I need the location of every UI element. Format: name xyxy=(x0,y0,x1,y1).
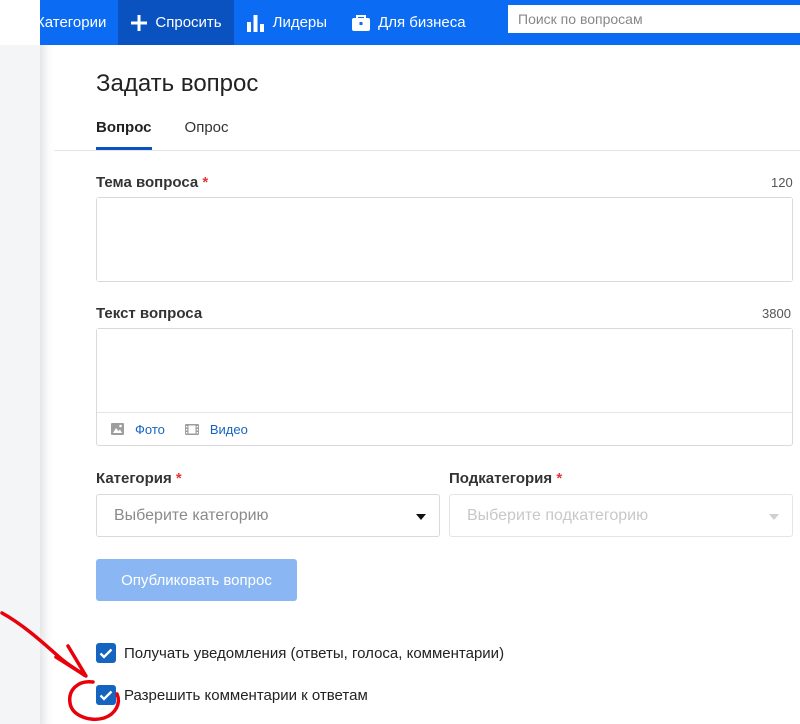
topic-input[interactable] xyxy=(97,198,792,281)
allow-comments-checkbox-label: Разрешить комментарии к ответам xyxy=(124,686,368,704)
page-title: Задать вопрос xyxy=(96,70,259,97)
notifications-checkbox[interactable] xyxy=(96,643,116,663)
film-icon xyxy=(184,423,199,435)
text-label-text: Текст вопроса xyxy=(96,305,203,322)
checkmark-icon xyxy=(99,690,113,701)
nav-leaders-label: Лидеры xyxy=(272,14,328,31)
allow-comments-checkbox[interactable] xyxy=(96,685,116,705)
notifications-checkbox-row[interactable]: Получать уведомления (ответы, голоса, ко… xyxy=(96,643,504,663)
briefcase-icon xyxy=(352,14,371,31)
nav-ask[interactable]: Спросить xyxy=(118,0,234,45)
image-icon xyxy=(111,423,124,435)
topic-field xyxy=(96,197,793,282)
nav-categories-label: Категории xyxy=(36,14,107,31)
subcategory-placeholder: Выберите подкатегорию xyxy=(467,506,649,524)
top-nav-bar: Категории Спросить Лидеры Для бизнеса xyxy=(36,0,800,45)
tab-question[interactable]: Вопрос xyxy=(96,119,152,150)
attachments-bar: Фото Видео xyxy=(97,412,792,445)
nav-ask-label: Спросить xyxy=(155,14,222,31)
left-sidebar-strip xyxy=(0,45,40,724)
category-placeholder: Выберите категорию xyxy=(114,506,269,524)
nav-leaders[interactable]: Лидеры xyxy=(234,0,339,45)
attach-video-label: Видео xyxy=(209,421,248,437)
category-required-mark: * xyxy=(175,470,182,487)
dropdown-arrow-icon xyxy=(416,514,426,520)
subcategory-label-text: Подкатегория xyxy=(449,470,553,487)
topic-label-text: Тема вопроса xyxy=(96,174,199,191)
bar-chart-icon xyxy=(246,14,264,32)
attach-photo-label: Фото xyxy=(135,421,165,437)
tabs-divider xyxy=(54,150,800,151)
subcategory-select[interactable]: Выберите подкатегорию xyxy=(449,494,793,537)
nav-business-label: Для бизнеса xyxy=(378,14,466,31)
dropdown-arrow-icon xyxy=(769,514,779,520)
notifications-checkbox-label: Получать уведомления (ответы, голоса, ко… xyxy=(124,644,505,662)
plus-icon xyxy=(131,14,148,31)
question-type-tabs: Вопрос Опрос xyxy=(96,119,262,150)
publish-button[interactable]: Опубликовать вопрос xyxy=(96,559,297,601)
text-char-counter: 3800 xyxy=(762,306,791,321)
topic-char-counter: 120 xyxy=(771,175,793,190)
checkmark-icon xyxy=(99,648,113,659)
allow-comments-checkbox-row[interactable]: Разрешить комментарии к ответам xyxy=(96,685,368,705)
text-input[interactable] xyxy=(97,329,792,413)
topic-required-mark: * xyxy=(202,174,209,191)
content-edge-shadow xyxy=(40,45,54,724)
category-select[interactable]: Выберите категорию xyxy=(96,494,440,537)
category-label: Категория * xyxy=(96,470,182,487)
annotation-arrow-head xyxy=(54,644,88,678)
tab-poll[interactable]: Опрос xyxy=(185,119,229,150)
attach-video-button[interactable]: Видео xyxy=(184,421,248,437)
category-label-text: Категория xyxy=(96,470,172,487)
text-label: Текст вопроса xyxy=(96,305,202,322)
attach-photo-button[interactable]: Фото xyxy=(111,422,165,437)
subcategory-label: Подкатегория * xyxy=(449,470,562,487)
subcategory-required-mark: * xyxy=(556,470,563,487)
search-input[interactable] xyxy=(508,5,800,33)
nav-categories[interactable]: Категории xyxy=(36,0,118,45)
text-field: Фото Видео xyxy=(96,328,793,446)
topic-label: Тема вопроса * xyxy=(96,174,208,191)
nav-business[interactable]: Для бизнеса xyxy=(339,0,478,45)
